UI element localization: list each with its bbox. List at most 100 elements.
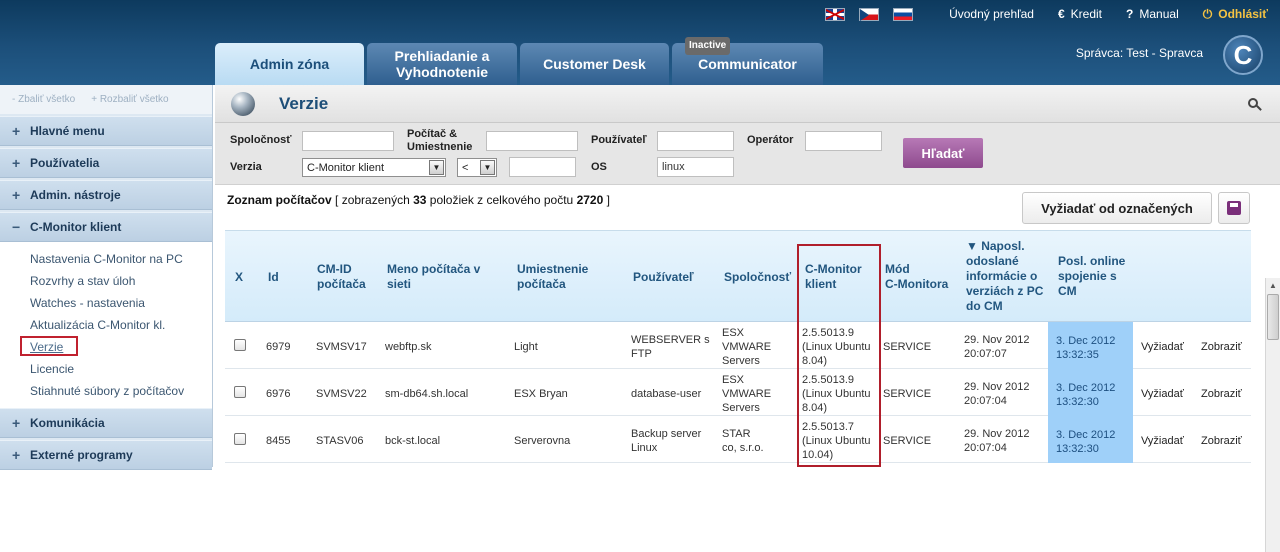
tab-label: Communicator xyxy=(698,56,797,72)
request-selected-button[interactable]: Vyžiadať od označených xyxy=(1022,192,1212,224)
save-button[interactable] xyxy=(1218,192,1250,224)
col-mode[interactable]: Mód C-Monitora xyxy=(885,262,948,292)
list-middle-text: položiek z celkového počtu xyxy=(429,193,574,207)
tab-browsing-evaluation[interactable]: Prehliadanie a Vyhodnotenie xyxy=(367,43,517,85)
cell-mode: SERVICE xyxy=(883,388,932,400)
tab-admin-zone[interactable]: Admin zóna xyxy=(215,43,364,85)
slovak-flag-icon[interactable] xyxy=(893,7,914,21)
chevron-down-icon: ▼ xyxy=(429,160,444,175)
top-header: Úvodný prehľad € Kredit ? Manual ⏻ Odhlásiť… xyxy=(0,0,1280,85)
sidebar-section-admin-tools[interactable]: + Admin. nástroje xyxy=(0,180,212,210)
operator-input[interactable] xyxy=(805,131,882,151)
inactive-badge: Inactive xyxy=(685,37,731,55)
section-label: C-Monitor klient xyxy=(30,220,122,234)
sidebar-section-external-programs[interactable]: + Externé programy xyxy=(0,440,212,470)
row-checkbox[interactable] xyxy=(234,339,246,351)
globe-icon xyxy=(231,91,255,116)
operator-label: Operátor xyxy=(747,134,794,146)
top-links: Úvodný prehľad € Kredit ? Manual ⏻ Odhlásiť xyxy=(825,5,1280,23)
cell-last-sent: 29. Nov 2012 20:07:07 xyxy=(964,334,1030,360)
sidebar: - Zbaliť všetko + Rozbaliť všetko + Hlavn… xyxy=(0,85,213,470)
help-icon: ? xyxy=(1126,7,1134,21)
version-select-value: C-Monitor klient xyxy=(307,161,385,174)
vertical-scrollbar[interactable]: ▲ xyxy=(1265,278,1280,552)
credit-label: Kredit xyxy=(1070,7,1103,21)
search-icon[interactable] xyxy=(1248,98,1258,108)
request-link[interactable]: Vyžiadať xyxy=(1141,340,1184,354)
cell-company: STAR co, s.r.o. xyxy=(722,428,764,454)
version-input[interactable] xyxy=(509,157,576,177)
client-column-highlight xyxy=(797,244,881,467)
cell-last-online: 3. Dec 2012 13:32:30 xyxy=(1048,369,1133,416)
filter-panel: Spoločnosť Počítač & Umiestnenie Používa… xyxy=(215,123,1280,185)
user-label: Používateľ xyxy=(591,134,647,146)
table-row: 8455 STASV06 bck-st.local Serverovna Bac… xyxy=(225,416,1251,463)
scroll-thumb[interactable] xyxy=(1267,294,1279,340)
cell-location: Serverovna xyxy=(514,435,571,447)
cell-last-online: 3. Dec 2012 13:32:30 xyxy=(1048,416,1133,463)
col-last-online[interactable]: Posl. online spojenie s CM xyxy=(1058,254,1125,299)
cell-last-sent: 29. Nov 2012 20:07:04 xyxy=(964,381,1030,407)
col-name[interactable]: Meno počítača v sieti xyxy=(387,262,480,292)
company-input[interactable] xyxy=(302,131,394,151)
sidebar-section-users[interactable]: + Používatelia xyxy=(0,148,212,178)
sidebar-item-schedules[interactable]: Rozvrhy a stav úloh xyxy=(0,270,212,292)
tab-communicator[interactable]: Inactive Communicator xyxy=(672,37,823,85)
english-flag-icon[interactable] xyxy=(825,7,846,21)
app-logo: C xyxy=(1223,35,1263,75)
version-select[interactable]: C-Monitor klient ▼ xyxy=(302,158,446,177)
col-id[interactable]: Id xyxy=(268,270,279,285)
computer-location-label: Počítač & Umiestnenie xyxy=(407,128,473,153)
col-last-sent[interactable]: ▼ Naposl. odoslané informácie o verziách… xyxy=(966,239,1043,314)
expand-all-link[interactable]: + Rozbaliť všetko xyxy=(91,94,168,105)
col-location[interactable]: Umiestnenie počítača xyxy=(517,262,588,292)
sidebar-section-cmonitor-client[interactable]: − C-Monitor klient xyxy=(0,212,212,242)
cell-cmid: STASV06 xyxy=(316,435,364,447)
compare-select[interactable]: < ▼ xyxy=(457,158,497,177)
credit-link[interactable]: € Kredit xyxy=(1058,7,1102,21)
czech-flag-icon[interactable] xyxy=(859,7,880,21)
show-link[interactable]: Zobraziť xyxy=(1201,387,1242,401)
sidebar-section-main-menu[interactable]: + Hlavné menu xyxy=(0,116,212,146)
section-label: Externé programy xyxy=(30,448,133,462)
sidebar-item-cmonitor-settings[interactable]: Nastavenia C-Monitor na PC xyxy=(0,248,212,270)
cell-id: 6979 xyxy=(266,341,291,353)
manual-link[interactable]: ? Manual xyxy=(1126,7,1179,21)
os-input[interactable]: linux xyxy=(657,157,734,177)
section-label: Admin. nástroje xyxy=(30,188,121,202)
user-input[interactable] xyxy=(657,131,734,151)
cell-name: bck-st.local xyxy=(385,435,441,447)
scroll-up-icon[interactable]: ▲ xyxy=(1266,278,1280,292)
col-cmid[interactable]: CM-ID počítača xyxy=(317,262,366,292)
power-icon: ⏻ xyxy=(1202,6,1213,21)
list-title: Zoznam počítačov xyxy=(227,193,332,207)
request-link[interactable]: Vyžiadať xyxy=(1141,387,1184,401)
list-shown-text: [ zobrazených xyxy=(335,193,410,207)
col-company[interactable]: Spoločnosť xyxy=(724,270,791,285)
collapse-all-link[interactable]: - Zbaliť všetko xyxy=(12,94,75,105)
col-user[interactable]: Používateľ xyxy=(633,270,694,285)
tab-customer-desk[interactable]: Customer Desk xyxy=(520,43,669,85)
request-link[interactable]: Vyžiadať xyxy=(1141,434,1184,448)
sidebar-section-communication[interactable]: + Komunikácia xyxy=(0,408,212,438)
search-button[interactable]: Hľadať xyxy=(903,138,983,168)
sidebar-item-licenses[interactable]: Licencie xyxy=(0,358,212,380)
show-link[interactable]: Zobraziť xyxy=(1201,340,1242,354)
sidebar-item-update-client[interactable]: Aktualizácia C-Monitor kl. xyxy=(0,314,212,336)
row-checkbox[interactable] xyxy=(234,433,246,445)
cell-location: Light xyxy=(514,341,538,353)
home-overview-link[interactable]: Úvodný prehľad xyxy=(949,7,1034,21)
show-link[interactable]: Zobraziť xyxy=(1201,434,1242,448)
cell-name: webftp.sk xyxy=(385,341,432,353)
cell-last-online: 3. Dec 2012 13:32:35 xyxy=(1048,322,1133,369)
logout-link[interactable]: ⏻ Odhlásiť xyxy=(1203,7,1268,22)
euro-icon: € xyxy=(1057,7,1065,21)
computer-input[interactable] xyxy=(486,131,578,151)
sidebar-item-versions[interactable]: Verzie xyxy=(0,336,212,358)
sidebar-item-downloaded-files[interactable]: Stiahnuté súbory z počítačov xyxy=(0,380,212,402)
row-checkbox[interactable] xyxy=(234,386,246,398)
computers-table: X Id CM-ID počítača Meno počítača v siet… xyxy=(225,230,1251,463)
sidebar-item-watches[interactable]: Watches - nastavenia xyxy=(0,292,212,314)
list-end: ] xyxy=(606,193,610,207)
list-shown-count: 33 xyxy=(413,193,427,207)
